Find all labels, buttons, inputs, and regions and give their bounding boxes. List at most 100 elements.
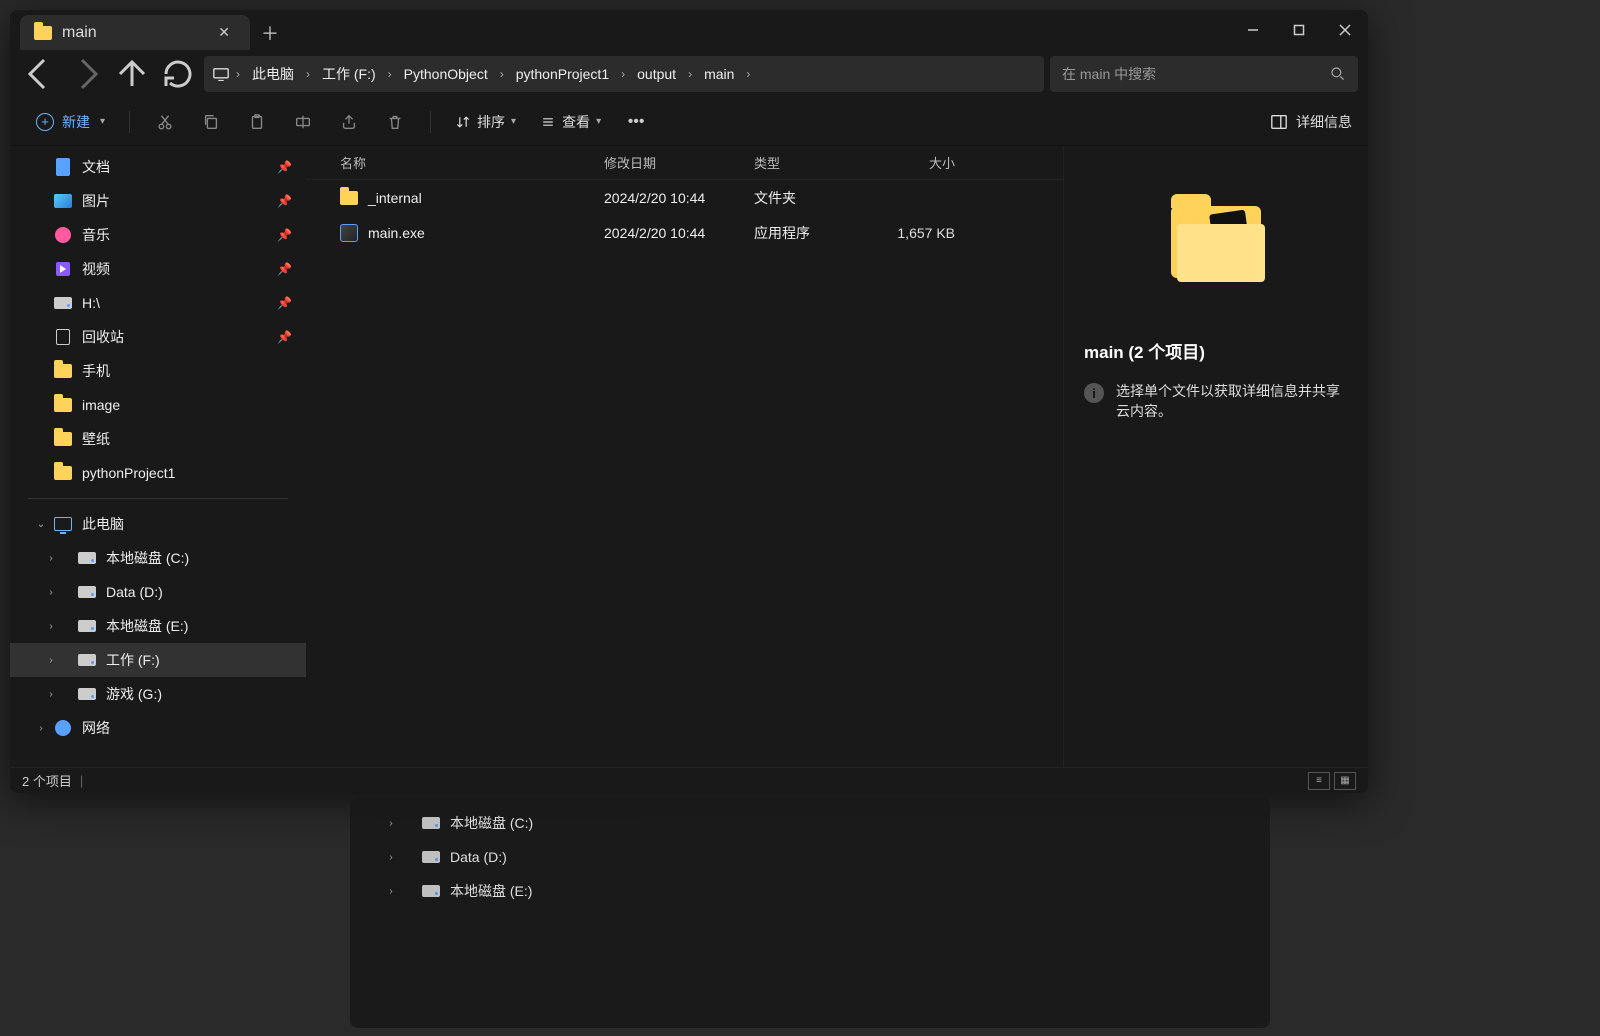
- col-date[interactable]: 修改日期: [604, 153, 754, 172]
- chevron-right-icon[interactable]: ›: [384, 818, 398, 829]
- toolbar: + 新建 ▾ 排序 ▾ 查看 ▾ ••• 详细信息: [10, 98, 1368, 146]
- disk-icon: [78, 685, 96, 703]
- sidebar-item-label: 游戏 (G:): [106, 684, 162, 704]
- chevron-right-icon[interactable]: ›: [34, 723, 48, 734]
- breadcrumb-seg[interactable]: 工作 (F:): [316, 60, 382, 88]
- chevron-right-icon[interactable]: ›: [384, 852, 398, 863]
- file-type: 应用程序: [754, 223, 879, 243]
- sidebar-item[interactable]: 文档 📌: [10, 150, 306, 184]
- refresh-button[interactable]: [158, 56, 198, 92]
- sidebar-item[interactable]: 手机: [10, 354, 306, 388]
- pin-icon: 📌: [277, 160, 292, 174]
- close-button[interactable]: [1322, 10, 1368, 50]
- view-label: 查看: [562, 112, 590, 132]
- view-details-toggle[interactable]: ≡: [1308, 772, 1330, 790]
- view-button[interactable]: 查看 ▾: [530, 106, 611, 138]
- sidebar-item[interactable]: 回收站📌: [10, 320, 306, 354]
- up-button[interactable]: [112, 56, 152, 92]
- maximize-button[interactable]: [1276, 10, 1322, 50]
- sidebar-item[interactable]: 图片 📌: [10, 184, 306, 218]
- minimize-button[interactable]: [1230, 10, 1276, 50]
- chevron-right-icon[interactable]: ›: [384, 886, 398, 897]
- sidebar-item[interactable]: 视频📌: [10, 252, 306, 286]
- sidebar-item[interactable]: 音乐📌: [10, 218, 306, 252]
- sidebar-item-label: 文档: [82, 157, 110, 177]
- forward-button[interactable]: [66, 56, 106, 92]
- chevron-right-icon[interactable]: ›: [744, 67, 752, 81]
- chevron-right-icon[interactable]: ›: [498, 67, 506, 81]
- table-row[interactable]: main.exe2024/2/20 10:44应用程序1,657 KB: [306, 215, 1063, 250]
- col-type[interactable]: 类型: [754, 153, 879, 172]
- breadcrumb-seg[interactable]: 此电脑: [246, 60, 300, 88]
- chevron-right-icon[interactable]: ›: [234, 67, 242, 81]
- folder-icon: [54, 362, 72, 380]
- sidebar-item-drive[interactable]: ›本地磁盘 (C:): [10, 541, 306, 575]
- sidebar-item-label: 此电脑: [82, 514, 124, 534]
- chevron-right-icon[interactable]: ›: [44, 621, 58, 632]
- sidebar-item-label: pythonProject1: [82, 465, 175, 481]
- explorer-body: 文档 📌 图片 📌 音乐📌视频📌H:\📌回收站📌手机image 壁纸 pythonProje…: [10, 146, 1368, 767]
- rename-button[interactable]: [282, 104, 324, 140]
- sidebar-item-network[interactable]: ›网络: [10, 711, 306, 745]
- chevron-right-icon[interactable]: ›: [44, 553, 58, 564]
- details-hint: i 选择单个文件以获取详细信息并共享云内容。: [1084, 381, 1348, 421]
- breadcrumb-seg[interactable]: output: [631, 62, 682, 86]
- details-pane-toggle[interactable]: 详细信息: [1270, 112, 1352, 132]
- delete-button[interactable]: [374, 104, 416, 140]
- new-button[interactable]: + 新建 ▾: [26, 106, 115, 138]
- sidebar-item-drive[interactable]: ›Data (D:): [10, 575, 306, 609]
- paste-button[interactable]: [236, 104, 278, 140]
- tab-main[interactable]: main ✕: [20, 15, 250, 50]
- list-header: 名称 修改日期 类型 大小: [306, 146, 1063, 180]
- share-button[interactable]: [328, 104, 370, 140]
- disk-icon: [54, 294, 72, 312]
- cut-button[interactable]: [144, 104, 186, 140]
- background-explorer-window: ›本地磁盘 (C:)›Data (D:)›本地磁盘 (E:): [350, 798, 1270, 1028]
- chevron-right-icon[interactable]: ›: [44, 587, 58, 598]
- file-explorer-window: main ✕ ＋ › 此电脑 › 工作 (F:) › PythonObject …: [10, 10, 1368, 793]
- sidebar-item-label: 工作 (F:): [106, 650, 160, 670]
- sidebar-item-label: 图片: [82, 191, 110, 211]
- chevron-right-icon[interactable]: ›: [44, 689, 58, 700]
- breadcrumb-seg[interactable]: main: [698, 62, 740, 86]
- sort-button[interactable]: 排序 ▾: [445, 106, 526, 138]
- sidebar-item[interactable]: image: [10, 388, 306, 422]
- sidebar[interactable]: 文档 📌 图片 📌 音乐📌视频📌H:\📌回收站📌手机image 壁纸 pythonProje…: [10, 146, 306, 767]
- sidebar-item-drive[interactable]: ›本地磁盘 (E:): [10, 609, 306, 643]
- breadcrumb-seg[interactable]: pythonProject1: [510, 62, 615, 86]
- sidebar-item-drive[interactable]: › 工作 (F:): [10, 643, 306, 677]
- table-row[interactable]: _internal2024/2/20 10:44文件夹: [306, 180, 1063, 215]
- network-icon: [54, 719, 72, 737]
- chevron-right-icon[interactable]: ›: [619, 67, 627, 81]
- titlebar: main ✕ ＋: [10, 10, 1368, 50]
- sidebar-item-drive[interactable]: ›Data (D:): [350, 840, 1270, 874]
- new-tab-button[interactable]: ＋: [250, 15, 290, 50]
- sidebar-item-drive[interactable]: ›本地磁盘 (E:): [350, 874, 1270, 908]
- more-button[interactable]: •••: [615, 104, 657, 140]
- sidebar-item-drive[interactable]: › 游戏 (G:): [10, 677, 306, 711]
- search-input[interactable]: 在 main 中搜索: [1050, 56, 1358, 92]
- chevron-down-icon[interactable]: ⌄: [34, 519, 48, 530]
- sidebar-item-this-pc[interactable]: ⌄ 此电脑: [10, 507, 306, 541]
- back-button[interactable]: [20, 56, 60, 92]
- chevron-right-icon[interactable]: ›: [686, 67, 694, 81]
- copy-button[interactable]: [190, 104, 232, 140]
- chevron-right-icon[interactable]: ›: [304, 67, 312, 81]
- sidebar-item[interactable]: 壁纸: [10, 422, 306, 456]
- sidebar-item-drive[interactable]: ›本地磁盘 (C:): [350, 806, 1270, 840]
- pin-icon: 📌: [277, 194, 292, 208]
- sidebar-item[interactable]: pythonProject1: [10, 456, 306, 490]
- tab-title: main: [62, 24, 97, 42]
- chevron-right-icon[interactable]: ›: [386, 67, 394, 81]
- view-grid-toggle[interactable]: ▦: [1334, 772, 1356, 790]
- disk-icon: [422, 882, 440, 900]
- sidebar-item[interactable]: H:\📌: [10, 286, 306, 320]
- col-name[interactable]: 名称: [326, 153, 604, 172]
- address-bar[interactable]: › 此电脑 › 工作 (F:) › PythonObject › pythonP…: [204, 56, 1044, 92]
- details-pane: main (2 个项目) i 选择单个文件以获取详细信息并共享云内容。: [1063, 146, 1368, 767]
- tab-close-button[interactable]: ✕: [212, 24, 236, 41]
- col-size[interactable]: 大小: [879, 153, 969, 172]
- sidebar-item-label: 壁纸: [82, 429, 110, 449]
- breadcrumb-seg[interactable]: PythonObject: [398, 62, 494, 86]
- chevron-right-icon[interactable]: ›: [44, 655, 58, 666]
